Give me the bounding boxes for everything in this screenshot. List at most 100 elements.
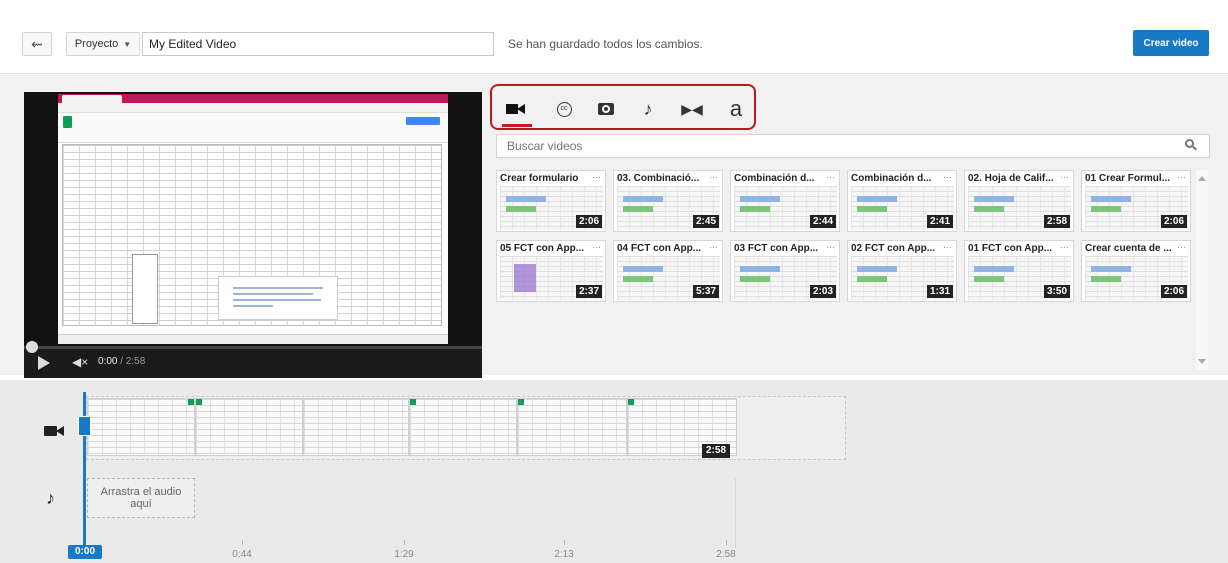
clip-card[interactable]: Combinación d... ⋯ 2:44 bbox=[730, 170, 840, 232]
browser-tab-bar bbox=[58, 94, 448, 103]
clip-duration: 2:06 bbox=[1160, 215, 1187, 228]
creative-commons-icon: cc bbox=[556, 101, 572, 117]
more-icon[interactable]: ⋯ bbox=[826, 242, 835, 253]
video-preview[interactable]: ◀× 0:00 / 2:58 bbox=[24, 92, 482, 378]
project-label: Proyecto bbox=[74, 38, 119, 50]
audio-track[interactable] bbox=[196, 478, 736, 548]
create-video-button[interactable]: Crear video bbox=[1133, 30, 1209, 56]
share-button-image bbox=[406, 117, 440, 125]
clip-card[interactable]: Crear formulario ⋯ 2:06 bbox=[496, 170, 606, 232]
timeline-clip[interactable] bbox=[409, 398, 517, 456]
play-icon[interactable] bbox=[38, 356, 50, 370]
clip-title: 03 FCT con App... bbox=[734, 243, 819, 254]
clip-duration: 2:06 bbox=[575, 215, 602, 228]
more-icon[interactable]: ⋯ bbox=[1060, 172, 1069, 183]
video-track-icon bbox=[44, 424, 66, 438]
more-icon[interactable]: ⋯ bbox=[592, 242, 601, 253]
sheets-logo-icon bbox=[63, 116, 72, 128]
sheet-tabs bbox=[58, 334, 448, 344]
camera-icon bbox=[598, 103, 614, 115]
video-camera-icon bbox=[506, 103, 526, 115]
transition-icon: ▶◀ bbox=[681, 100, 703, 117]
tab-audio[interactable]: ♪ bbox=[634, 96, 662, 122]
clip-title: 04 FCT con App... bbox=[617, 243, 702, 254]
back-button[interactable]: ⇜ bbox=[22, 32, 52, 56]
clip-duration: 5:37 bbox=[692, 285, 719, 298]
timeline-clip[interactable] bbox=[303, 398, 409, 456]
tab-creative-commons[interactable]: cc bbox=[550, 96, 578, 122]
clip-grid: Crear formulario ⋯ 2:06 03. Combinació... ⋯ 2… bbox=[496, 170, 1200, 370]
video-title-input[interactable] bbox=[142, 32, 494, 56]
more-icon[interactable]: ⋯ bbox=[826, 172, 835, 183]
music-note-icon: ♪ bbox=[643, 98, 653, 119]
more-icon[interactable]: ⋯ bbox=[943, 242, 952, 253]
scroll-down-icon[interactable] bbox=[1198, 359, 1206, 364]
spreadsheet-note bbox=[218, 276, 338, 320]
more-icon[interactable]: ⋯ bbox=[1177, 172, 1186, 183]
scroll-up-icon[interactable] bbox=[1198, 176, 1206, 181]
back-arrow-icon: ⇜ bbox=[31, 35, 43, 52]
spreadsheet-block bbox=[132, 254, 158, 324]
search-box bbox=[496, 134, 1210, 158]
save-status: Se han guardado todos los cambios. bbox=[508, 37, 703, 51]
clip-title: 05 FCT con App... bbox=[500, 243, 585, 254]
search-icon[interactable] bbox=[1185, 139, 1197, 151]
clip-title: Combinación d... bbox=[851, 173, 932, 184]
text-icon: a bbox=[729, 96, 743, 121]
timeline-clip[interactable] bbox=[517, 398, 627, 456]
player-controls: ◀× 0:00 / 2:58 bbox=[24, 341, 482, 378]
more-icon[interactable]: ⋯ bbox=[1060, 242, 1069, 253]
clip-title: Crear formulario bbox=[500, 173, 579, 184]
duration: / 2:58 bbox=[120, 356, 146, 367]
search-input[interactable] bbox=[497, 135, 1177, 157]
preview-frame bbox=[58, 94, 448, 344]
ruler-label: 1:29 bbox=[394, 549, 414, 560]
tab-transitions[interactable]: ▶◀ bbox=[678, 96, 706, 122]
ruler-label: 2:58 bbox=[716, 549, 736, 560]
playhead-handle[interactable] bbox=[78, 416, 91, 436]
more-icon[interactable]: ⋯ bbox=[592, 172, 601, 183]
progress-bar[interactable] bbox=[24, 346, 482, 349]
time-display: 0:00 / 2:58 bbox=[98, 356, 145, 367]
more-icon[interactable]: ⋯ bbox=[709, 242, 718, 253]
clip-card[interactable]: 04 FCT con App... ⋯ 5:37 bbox=[613, 240, 723, 302]
clip-card[interactable]: Combinación d... ⋯ 2:41 bbox=[847, 170, 957, 232]
clip-card[interactable]: 01 FCT con App... ⋯ 3:50 bbox=[964, 240, 1074, 302]
active-tab-indicator bbox=[502, 124, 532, 127]
clip-title: 02 FCT con App... bbox=[851, 243, 936, 254]
audio-drop-zone[interactable]: Arrastra el audio aquí bbox=[87, 478, 195, 518]
clip-duration: 2:41 bbox=[926, 215, 953, 228]
audio-track-icon: ♪ bbox=[46, 488, 55, 508]
more-icon[interactable]: ⋯ bbox=[1177, 242, 1186, 253]
clip-scrollbar[interactable] bbox=[1196, 170, 1208, 370]
tab-video[interactable] bbox=[502, 96, 530, 122]
project-menu-button[interactable]: Proyecto ▼ bbox=[66, 32, 140, 56]
timeline-ruler: 0:44 1:29 2:13 2:58 bbox=[86, 540, 806, 560]
clip-card[interactable]: 02 FCT con App... ⋯ 1:31 bbox=[847, 240, 957, 302]
timeline-clip[interactable] bbox=[195, 398, 303, 456]
clip-card[interactable]: 05 FCT con App... ⋯ 2:37 bbox=[496, 240, 606, 302]
clip-title: 02. Hoja de Calif... bbox=[968, 173, 1054, 184]
clip-duration: 3:50 bbox=[1043, 285, 1070, 298]
tab-text[interactable]: a bbox=[722, 96, 750, 122]
clip-card[interactable]: 03 FCT con App... ⋯ 2:03 bbox=[730, 240, 840, 302]
clip-title: Combinación d... bbox=[734, 173, 815, 184]
clip-title: 01 FCT con App... bbox=[968, 243, 1053, 254]
tab-photos[interactable] bbox=[592, 96, 620, 122]
timeline-clip[interactable] bbox=[87, 398, 195, 456]
clip-card[interactable]: 03. Combinació... ⋯ 2:45 bbox=[613, 170, 723, 232]
more-icon[interactable]: ⋯ bbox=[943, 172, 952, 183]
clip-card[interactable]: 01 Crear Formul... ⋯ 2:06 bbox=[1081, 170, 1191, 232]
volume-icon[interactable]: ◀× bbox=[72, 355, 88, 369]
ruler-label: 0:44 bbox=[232, 549, 252, 560]
sheets-toolbar bbox=[58, 113, 448, 143]
clip-duration: 1:31 bbox=[926, 285, 953, 298]
scrub-handle[interactable] bbox=[26, 341, 38, 353]
clip-duration: 2:03 bbox=[809, 285, 836, 298]
caret-down-icon: ▼ bbox=[123, 39, 132, 49]
clip-duration: 2:44 bbox=[809, 215, 836, 228]
clip-card[interactable]: 02. Hoja de Calif... ⋯ 2:58 bbox=[964, 170, 1074, 232]
more-icon[interactable]: ⋯ bbox=[709, 172, 718, 183]
clip-duration: 2:37 bbox=[575, 285, 602, 298]
clip-card[interactable]: Crear cuenta de ... ⋯ 2:06 bbox=[1081, 240, 1191, 302]
